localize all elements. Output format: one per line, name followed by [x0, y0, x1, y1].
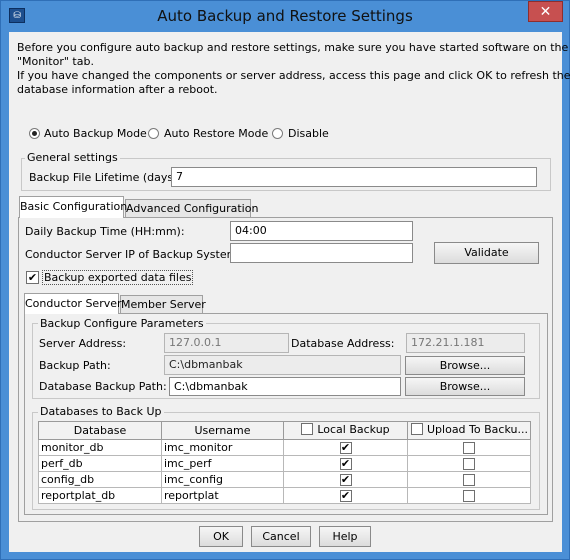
local-backup-header-label: Local Backup [317, 422, 390, 436]
upload-checkbox[interactable] [463, 458, 475, 470]
database-cell: reportplat_db [38, 487, 162, 504]
backup-lifetime-input[interactable]: 7 [171, 167, 537, 187]
username-cell: reportplat [161, 487, 284, 504]
disable-radio[interactable] [272, 128, 283, 139]
dialog-content: Before you configure auto backup and res… [9, 32, 570, 552]
username-cell: imc_perf [161, 455, 284, 472]
db-backup-path-label: Database Backup Path: [39, 380, 167, 393]
help-button[interactable]: Help [319, 526, 371, 547]
table-row[interactable]: reportplat_db reportplat ✔ [38, 487, 531, 504]
validate-button[interactable]: Validate [434, 242, 539, 264]
local-backup-all-checkbox[interactable] [301, 423, 314, 436]
upload-checkbox[interactable] [463, 474, 475, 486]
close-button[interactable]: ✕ [528, 1, 563, 22]
column-header-upload[interactable]: Upload To Backu... [407, 421, 531, 440]
dialog-window: ⛁ Auto Backup and Restore Settings ✕ Bef… [0, 0, 570, 560]
upload-header-label: Upload To Backu... [427, 422, 528, 436]
username-cell: imc_config [161, 471, 284, 488]
auto-backup-mode-label[interactable]: Auto Backup Mode [44, 127, 147, 140]
databases-table-header: Database Username Local Backup Upload To… [38, 421, 531, 440]
column-header-local-backup[interactable]: Local Backup [283, 421, 408, 440]
daily-backup-time-label: Daily Backup Time (HH:mm): [25, 225, 185, 238]
window-title: Auto Backup and Restore Settings [157, 7, 413, 25]
disable-label[interactable]: Disable [288, 127, 329, 140]
local-backup-checkbox[interactable]: ✔ [339, 458, 352, 470]
tab-conductor-server[interactable]: Conductor Server [24, 293, 122, 314]
database-cell: monitor_db [38, 439, 162, 456]
auto-backup-mode-radio[interactable] [29, 128, 40, 139]
db-backup-path-input[interactable]: C:\dbmanbak [169, 377, 401, 396]
ok-button[interactable]: OK [199, 526, 243, 547]
tab-basic-configuration[interactable]: Basic Configuration [19, 196, 127, 218]
databases-table: Database Username Local Backup Upload To… [38, 421, 531, 504]
backup-path-input[interactable]: C:\dbmanbak [164, 355, 401, 375]
tab-member-server[interactable]: Member Server [120, 295, 206, 314]
conductor-ip-input[interactable] [230, 243, 413, 263]
local-backup-checkbox[interactable]: ✔ [339, 442, 352, 454]
column-header-username[interactable]: Username [161, 421, 284, 440]
title-bar[interactable]: ⛁ Auto Backup and Restore Settings ✕ [1, 1, 569, 31]
database-cell: config_db [38, 471, 162, 488]
database-address-label: Database Address: [291, 337, 395, 350]
intro-line-2: "Monitor" tab. [17, 55, 94, 68]
server-address-label: Server Address: [39, 337, 127, 350]
auto-restore-mode-label[interactable]: Auto Restore Mode [164, 127, 268, 140]
database-address-input[interactable]: 172.21.1.181 [406, 333, 525, 353]
general-settings-legend: General settings [25, 151, 120, 164]
intro-line-1: Before you configure auto backup and res… [17, 41, 569, 54]
conductor-ip-label: Conductor Server IP of Backup System: [25, 248, 242, 261]
backup-exported-checkbox[interactable]: ✔ [26, 271, 39, 284]
column-header-database[interactable]: Database [38, 421, 162, 440]
server-address-input[interactable]: 127.0.0.1 [164, 333, 289, 353]
intro-line-4: database information after a reboot. [17, 83, 218, 96]
intro-line-3: If you have changed the components or se… [17, 69, 570, 82]
database-cell: perf_db [38, 455, 162, 472]
table-row[interactable]: perf_db imc_perf ✔ [38, 455, 531, 472]
auto-restore-mode-radio[interactable] [148, 128, 159, 139]
local-backup-checkbox[interactable]: ✔ [339, 490, 352, 502]
table-row[interactable]: config_db imc_config ✔ [38, 471, 531, 488]
table-row[interactable]: monitor_db imc_monitor ✔ [38, 439, 531, 456]
browse-db-backup-path-button[interactable]: Browse... [405, 377, 525, 396]
tab-advanced-configuration[interactable]: Advanced Configuration [125, 199, 258, 218]
local-backup-checkbox[interactable]: ✔ [339, 474, 352, 486]
browse-backup-path-button[interactable]: Browse... [405, 356, 525, 375]
close-icon: ✕ [539, 4, 552, 20]
backup-path-label: Backup Path: [39, 359, 111, 372]
backup-lifetime-label: Backup File Lifetime (days): [29, 171, 182, 184]
username-cell: imc_monitor [161, 439, 284, 456]
upload-checkbox[interactable] [463, 490, 475, 502]
daily-backup-time-input[interactable]: 04:00 [230, 221, 413, 241]
backup-parameters-legend: Backup Configure Parameters [38, 317, 206, 330]
upload-all-checkbox[interactable] [411, 423, 423, 436]
upload-checkbox[interactable] [463, 442, 475, 454]
databases-legend: Databases to Back Up [38, 405, 164, 418]
backup-exported-label[interactable]: Backup exported data files [42, 270, 194, 285]
cancel-button[interactable]: Cancel [251, 526, 311, 547]
